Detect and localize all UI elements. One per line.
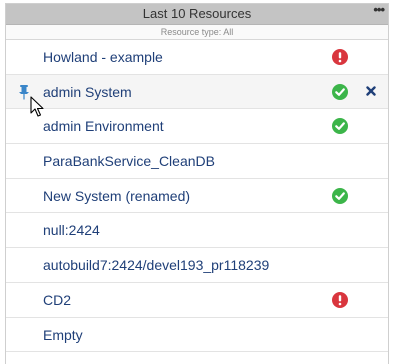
resource-name[interactable]: autobuild7:2424/devel193_pr118239	[43, 248, 269, 282]
resource-row-howland[interactable]: Howland - example	[6, 40, 388, 75]
resource-row-admin-environment[interactable]: admin Environment	[6, 109, 388, 145]
exclamation-circle-icon	[332, 291, 348, 308]
resource-row-admin-system[interactable]: admin System	[6, 74, 388, 110]
resource-row-new-system[interactable]: New System (renamed)	[6, 179, 388, 214]
resource-row-parabankservice[interactable]: ParaBankService_CleanDB	[6, 144, 388, 179]
exclamation-circle-icon	[332, 49, 348, 65]
resource-type-filter: Resource type: All	[6, 25, 388, 40]
check-circle-icon	[332, 83, 348, 100]
resource-name[interactable]: CD2	[43, 283, 71, 317]
resource-name[interactable]: admin Environment	[43, 109, 164, 143]
close-icon[interactable]	[366, 85, 376, 96]
resource-row-cd2[interactable]: CD2	[6, 283, 388, 318]
pin-icon[interactable]	[17, 84, 31, 100]
check-circle-icon	[332, 118, 348, 135]
resource-row-null-2424[interactable]: null:2424	[6, 213, 388, 249]
resource-row-empty[interactable]: Empty	[6, 318, 388, 353]
panel-header: Last 10 Resources •••	[6, 4, 388, 25]
last-resources-panel: Last 10 Resources ••• Resource type: All…	[5, 3, 389, 364]
resource-name[interactable]: Empty	[43, 318, 83, 352]
resource-row-autobuild7[interactable]: autobuild7:2424/devel193_pr118239	[6, 248, 388, 283]
resource-name[interactable]: New System (renamed)	[43, 179, 190, 213]
check-circle-icon	[332, 187, 348, 204]
resource-name[interactable]: Howland - example	[43, 40, 163, 74]
panel-title: Last 10 Resources	[142, 6, 252, 21]
resource-name[interactable]: ParaBankService_CleanDB	[43, 144, 215, 178]
resource-name[interactable]: null:2424	[43, 213, 100, 247]
more-options-button[interactable]: •••	[373, 4, 385, 22]
resource-name[interactable]: admin System	[43, 75, 132, 109]
